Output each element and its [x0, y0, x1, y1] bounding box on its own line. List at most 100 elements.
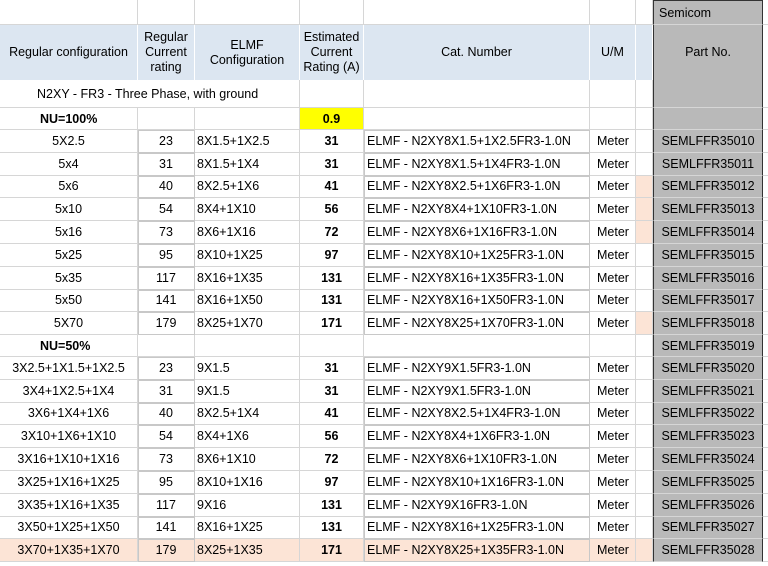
elmf-cell[interactable]: 9X16	[195, 493, 300, 517]
um-cell[interactable]: Meter	[590, 357, 636, 380]
cell[interactable]	[195, 108, 300, 130]
cell[interactable]	[653, 108, 763, 130]
elmf-cell[interactable]: 9X1.5	[195, 357, 300, 380]
elmf-cell[interactable]: 8X10+1X25	[195, 244, 300, 267]
estimated-rating-cell[interactable]: 131	[300, 516, 364, 540]
part-number-cell[interactable]: SEMLFFR35012	[653, 175, 763, 199]
rating-cell[interactable]: 179	[138, 539, 195, 563]
part-number-cell[interactable]: SEMLFFR35018	[653, 312, 763, 336]
cell[interactable]	[0, 0, 138, 25]
header-estimated-current-rating[interactable]: Estimated Current Rating (A)	[300, 25, 364, 80]
rating-cell[interactable]: 95	[138, 244, 195, 267]
cell[interactable]	[636, 221, 653, 244]
part-number-cell[interactable]: SEMLFFR35027	[653, 516, 763, 540]
cell[interactable]	[364, 335, 590, 357]
config-cell[interactable]: 3X25+1X16+1X25	[0, 471, 138, 494]
part-number-cell[interactable]: SEMLFFR35025	[653, 471, 763, 494]
config-cell[interactable]: 3X10+1X6+1X10	[0, 425, 138, 449]
rating-cell[interactable]: 23	[138, 357, 195, 380]
config-cell[interactable]: 3X6+1X4+1X6	[0, 402, 138, 426]
elmf-cell[interactable]: 8X25+1X70	[195, 312, 300, 336]
config-cell[interactable]: 3X35+1X16+1X35	[0, 493, 138, 517]
rating-cell[interactable]: 117	[138, 266, 195, 290]
cell[interactable]	[763, 153, 768, 176]
estimated-rating-cell[interactable]: 31	[300, 379, 364, 403]
cell[interactable]	[763, 130, 768, 153]
cat-number-cell[interactable]: ELMF - N2XY8X6+1X16FR3-1.0N	[364, 221, 590, 244]
um-cell[interactable]: Meter	[590, 425, 636, 449]
cell[interactable]	[763, 0, 768, 25]
cell[interactable]	[763, 198, 768, 222]
cat-number-cell[interactable]: ELMF - N2XY8X1.5+1X4FR3-1.0N	[364, 152, 590, 176]
elmf-cell[interactable]: 8X1.5+1X2.5	[195, 130, 300, 153]
part-number-cell[interactable]: SEMLFFR35020	[653, 357, 763, 380]
elmf-cell[interactable]: 8X10+1X16	[195, 471, 300, 494]
cell[interactable]	[763, 425, 768, 449]
header-elmf-configuration[interactable]: ELMF Configuration	[195, 25, 300, 80]
config-cell[interactable]: 3X70+1X35+1X70	[0, 539, 138, 563]
rating-cell[interactable]: 73	[138, 448, 195, 471]
cell[interactable]	[636, 425, 653, 449]
estimated-rating-cell[interactable]: 72	[300, 221, 364, 244]
rating-cell[interactable]: 40	[138, 175, 195, 199]
um-cell[interactable]: Meter	[590, 289, 636, 313]
cell[interactable]	[138, 335, 195, 357]
cell[interactable]	[590, 80, 636, 108]
elmf-cell[interactable]: 9X1.5	[195, 379, 300, 403]
cell[interactable]	[763, 267, 768, 290]
cell[interactable]	[636, 152, 653, 176]
config-cell[interactable]: 3X2.5+1X1.5+1X2.5	[0, 357, 138, 380]
header-cat-number[interactable]: Cat. Number	[364, 25, 590, 80]
config-cell[interactable]: 5X70	[0, 312, 138, 336]
um-cell[interactable]: Meter	[590, 493, 636, 517]
cat-number-cell[interactable]: ELMF - N2XY8X4+1X6FR3-1.0N	[364, 425, 590, 449]
config-cell[interactable]: 5x10	[0, 198, 138, 222]
cell[interactable]	[636, 493, 653, 517]
cat-number-cell[interactable]: ELMF - N2XY8X2.5+1X6FR3-1.0N	[364, 175, 590, 199]
cell[interactable]	[763, 357, 768, 380]
config-cell[interactable]: 5x25	[0, 244, 138, 267]
estimated-rating-cell[interactable]: 56	[300, 198, 364, 222]
estimated-rating-cell[interactable]: 56	[300, 425, 364, 449]
cell[interactable]	[138, 108, 195, 130]
part-number-cell[interactable]: SEMLFFR35023	[653, 425, 763, 449]
cat-number-cell[interactable]: ELMF - N2XY8X16+1X50FR3-1.0N	[364, 289, 590, 313]
part-number-cell[interactable]: SEMLFFR35016	[653, 266, 763, 290]
cell[interactable]	[763, 25, 768, 80]
rating-cell[interactable]: 40	[138, 402, 195, 426]
cell[interactable]	[763, 244, 768, 267]
cell[interactable]	[590, 335, 636, 357]
cat-number-cell[interactable]: ELMF - N2XY8X16+1X35FR3-1.0N	[364, 266, 590, 290]
rating-cell[interactable]: 117	[138, 493, 195, 517]
cell[interactable]	[364, 80, 590, 108]
elmf-cell[interactable]: 8X2.5+1X6	[195, 175, 300, 199]
cell[interactable]	[636, 198, 653, 222]
group-label-100[interactable]: NU=100%	[0, 108, 138, 130]
cell[interactable]	[636, 108, 653, 130]
rating-cell[interactable]: 31	[138, 379, 195, 403]
cat-number-cell[interactable]: ELMF - N2XY8X10+1X16FR3-1.0N	[364, 471, 590, 494]
part-number-cell[interactable]: SEMLFFR35015	[653, 244, 763, 267]
config-cell[interactable]: 5x50	[0, 289, 138, 313]
um-cell[interactable]: Meter	[590, 152, 636, 176]
config-cell[interactable]: 5x16	[0, 221, 138, 244]
estimated-rating-cell[interactable]: 41	[300, 175, 364, 199]
config-cell[interactable]: 3X50+1X25+1X50	[0, 516, 138, 540]
rating-cell[interactable]: 23	[138, 130, 195, 153]
rating-cell[interactable]: 179	[138, 312, 195, 336]
cell[interactable]	[763, 448, 768, 471]
cell[interactable]	[763, 312, 768, 336]
cell[interactable]	[636, 471, 653, 494]
part-number-cell[interactable]: SEMLFFR35022	[653, 402, 763, 426]
elmf-cell[interactable]: 8X2.5+1X4	[195, 402, 300, 426]
elmf-cell[interactable]: 8X16+1X50	[195, 289, 300, 313]
estimated-rating-cell[interactable]: 31	[300, 357, 364, 380]
cell[interactable]	[636, 357, 653, 380]
um-cell[interactable]: Meter	[590, 516, 636, 540]
cell[interactable]	[763, 108, 768, 130]
cell[interactable]	[763, 335, 768, 357]
cell[interactable]	[364, 108, 590, 130]
cell[interactable]	[590, 0, 636, 25]
um-cell[interactable]: Meter	[590, 244, 636, 267]
cell[interactable]	[763, 176, 768, 199]
